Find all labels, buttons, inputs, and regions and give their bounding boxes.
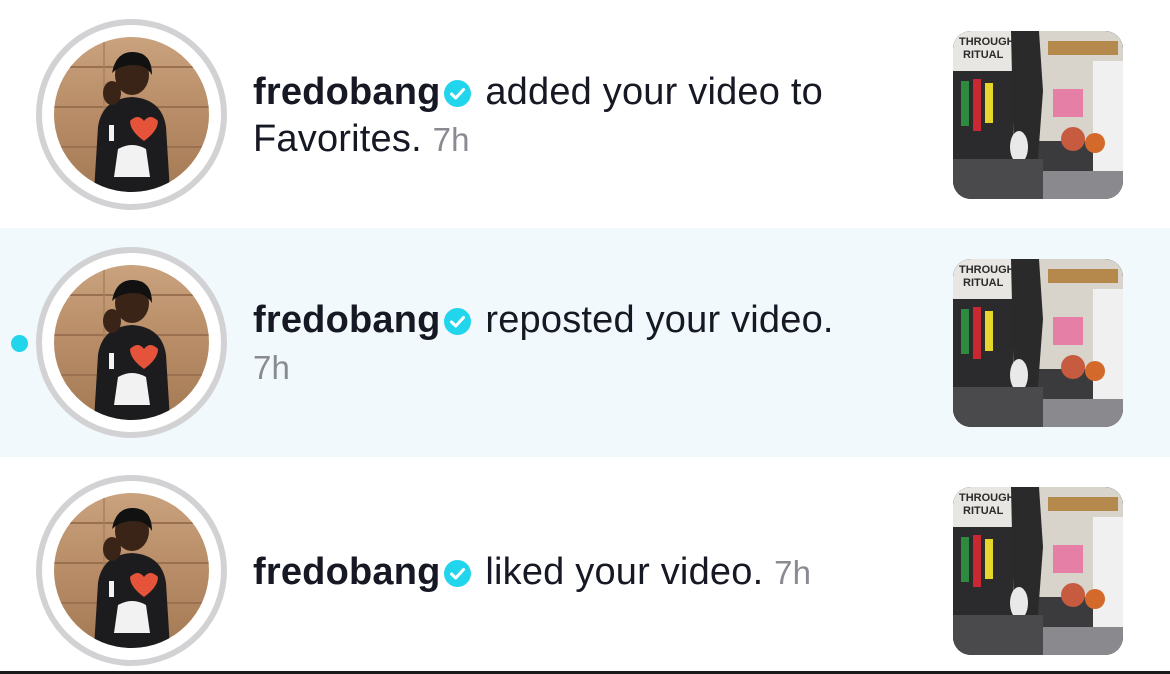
thumbnail-sign-line2: RITUAL (963, 49, 1004, 61)
notification-text: fredobang liked your video. 7h (253, 549, 933, 596)
avatar[interactable] (54, 265, 209, 420)
avatar-ring[interactable] (36, 19, 227, 210)
timestamp: 7h (432, 121, 470, 158)
video-thumbnail[interactable]: THROUGH RITUAL (953, 487, 1123, 655)
verified-badge-icon (443, 552, 471, 587)
thumbnail-sign-line1: THROUGH (959, 36, 1015, 48)
notification-text: fredobang reposted your video. 7h (253, 297, 933, 391)
notification-row[interactable]: fredobang liked your video. 7h THROUGH R… (0, 457, 1170, 674)
verified-badge-icon (443, 300, 471, 335)
verified-badge-icon (443, 72, 471, 107)
activity-notification-list: fredobang added your video to Favorites.… (0, 0, 1170, 674)
avatar-ring[interactable] (36, 475, 227, 666)
avatar[interactable] (54, 493, 209, 648)
unread-indicator-dot (11, 335, 28, 352)
thumbnail-sign-line2: RITUAL (963, 277, 1004, 289)
thumbnail-sign-line1: THROUGH (959, 264, 1015, 276)
notification-text: fredobang added your video to Favorites.… (253, 69, 933, 163)
notification-row[interactable]: fredobang added your video to Favorites.… (0, 0, 1170, 228)
video-thumbnail[interactable]: THROUGH RITUAL (953, 259, 1123, 427)
notification-row-unread[interactable]: fredobang reposted your video. 7h THROUG… (0, 228, 1170, 457)
action-text: reposted your video. (485, 299, 834, 341)
avatar-ring[interactable] (36, 247, 227, 438)
username[interactable]: fredobang (253, 299, 441, 341)
thumbnail-sign-line2: RITUAL (963, 505, 1004, 517)
video-thumbnail[interactable]: THROUGH RITUAL (953, 31, 1123, 199)
timestamp: 7h (774, 554, 812, 591)
thumbnail-sign-line1: THROUGH (959, 492, 1015, 504)
action-text: liked your video. (485, 551, 764, 593)
timestamp: 7h (253, 349, 291, 386)
username[interactable]: fredobang (253, 71, 441, 113)
username[interactable]: fredobang (253, 551, 441, 593)
avatar[interactable] (54, 37, 209, 192)
